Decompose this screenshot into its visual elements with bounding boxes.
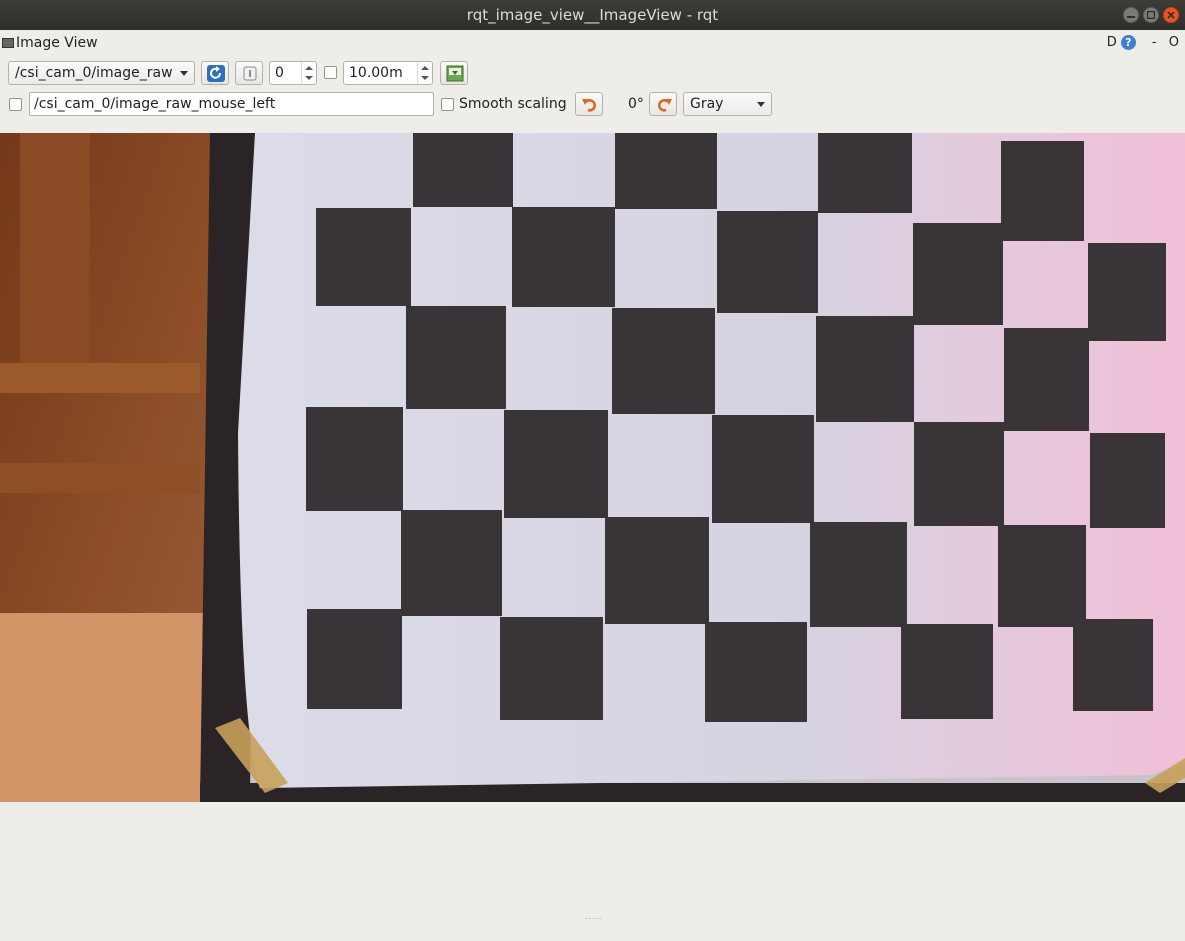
dynamic-range-checkbox[interactable] bbox=[324, 66, 337, 79]
resize-gripper[interactable] bbox=[585, 918, 601, 923]
help-icon[interactable]: ? bbox=[1120, 35, 1136, 50]
rotate-right-icon bbox=[657, 99, 672, 112]
maximize-icon bbox=[1147, 11, 1155, 19]
rotate-left-icon bbox=[582, 99, 597, 112]
window-title: rqt_image_view__ImageView - rqt bbox=[466, 6, 719, 24]
topic-select-value: /csi_cam_0/image_raw bbox=[15, 65, 173, 81]
mouse-topic-input-value: /csi_cam_0/image_raw_mouse_left bbox=[34, 96, 276, 112]
mouse-publish-checkbox[interactable] bbox=[9, 98, 22, 111]
minimize-icon bbox=[1127, 16, 1135, 18]
color-scheme-value: Gray bbox=[690, 96, 724, 112]
frame-spinbox[interactable]: 0 bbox=[269, 61, 317, 85]
frame-spinbox-value: 0 bbox=[275, 65, 284, 81]
rotate-right-button[interactable] bbox=[649, 92, 677, 116]
chevron-down-icon bbox=[180, 71, 188, 76]
maximize-button[interactable] bbox=[1143, 7, 1159, 23]
close-button[interactable] bbox=[1163, 7, 1179, 23]
timeout-spinbox[interactable]: 10.00m bbox=[343, 61, 433, 85]
smooth-scaling-checkbox[interactable] bbox=[441, 98, 454, 111]
close-panel-button[interactable]: O bbox=[1169, 35, 1179, 50]
refresh-topics-button[interactable] bbox=[201, 61, 229, 85]
topic-select[interactable]: /csi_cam_0/image_raw bbox=[8, 61, 195, 85]
pause-icon bbox=[243, 66, 257, 81]
smooth-scaling-label: Smooth scaling bbox=[459, 96, 567, 112]
dock-toggle-button[interactable]: D bbox=[1107, 35, 1117, 50]
refresh-icon bbox=[207, 65, 225, 82]
minimize-panel-button[interactable]: - bbox=[1152, 35, 1157, 50]
spin-down-icon[interactable] bbox=[421, 76, 429, 80]
window-titlebar: rqt_image_view__ImageView - rqt bbox=[0, 0, 1185, 30]
spin-down-icon[interactable] bbox=[305, 76, 313, 80]
mouse-topic-input[interactable]: /csi_cam_0/image_raw_mouse_left bbox=[29, 92, 434, 116]
panel-flags: D? - O bbox=[1103, 35, 1179, 50]
spin-up-icon[interactable] bbox=[305, 66, 313, 70]
camera-image[interactable] bbox=[0, 133, 1185, 802]
panel-icon bbox=[2, 38, 14, 48]
save-image-button[interactable] bbox=[440, 61, 468, 85]
spin-up-icon[interactable] bbox=[421, 66, 429, 70]
color-scheme-select[interactable]: Gray bbox=[683, 92, 772, 116]
minimize-button[interactable] bbox=[1123, 7, 1139, 23]
close-icon bbox=[1167, 11, 1175, 19]
timeout-spinbox-value: 10.00m bbox=[349, 65, 403, 81]
save-image-icon bbox=[446, 65, 464, 82]
pause-button[interactable] bbox=[235, 61, 263, 85]
checkerboard-image bbox=[0, 133, 1185, 802]
rotate-left-button[interactable] bbox=[575, 92, 603, 116]
chevron-down-icon bbox=[757, 102, 765, 107]
rotation-label: 0° bbox=[628, 96, 644, 112]
panel-title: Image View bbox=[16, 35, 98, 51]
